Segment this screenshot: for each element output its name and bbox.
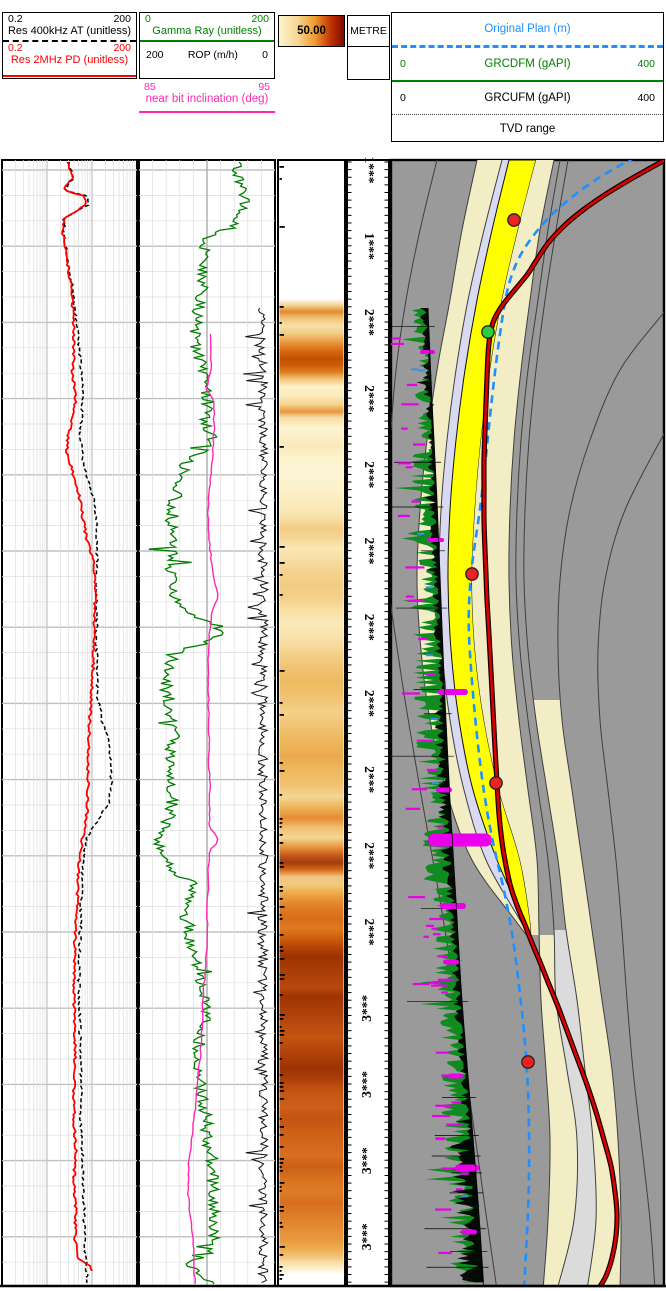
svg-text:1***: 1*** xyxy=(362,233,377,260)
svg-text:2***: 2*** xyxy=(362,538,377,565)
red-survey-marker xyxy=(466,568,478,580)
image-log-heatmap xyxy=(280,161,344,1285)
svg-text:2***: 2*** xyxy=(362,461,377,488)
svg-text:3***: 3*** xyxy=(359,1223,374,1250)
svg-text:2***: 2*** xyxy=(362,842,377,869)
log-body-plot: 1*** 1*** 2*** 2*** 2*** 2*** 2*** 2*** 2*** 2***… xyxy=(0,0,666,1291)
red-survey-marker xyxy=(522,1056,534,1068)
svg-text:2***: 2*** xyxy=(362,919,377,946)
svg-text:3***: 3*** xyxy=(359,1071,374,1098)
svg-text:2***: 2*** xyxy=(362,766,377,793)
svg-text:2***: 2*** xyxy=(362,309,377,336)
resistivity-track xyxy=(2,160,137,1286)
svg-text:3***: 3*** xyxy=(359,994,374,1021)
svg-text:2***: 2*** xyxy=(362,690,377,717)
red-survey-marker xyxy=(490,777,502,789)
svg-text:2***: 2*** xyxy=(362,385,377,412)
svg-text:3***: 3*** xyxy=(359,1147,374,1174)
green-survey-marker xyxy=(482,326,494,338)
svg-text:2***: 2*** xyxy=(362,614,377,641)
red-survey-marker xyxy=(508,214,520,226)
well-log-viewer: { "chart_data": { "type": "well-log-mult… xyxy=(0,0,666,1291)
svg-text:1***: 1*** xyxy=(362,157,377,184)
